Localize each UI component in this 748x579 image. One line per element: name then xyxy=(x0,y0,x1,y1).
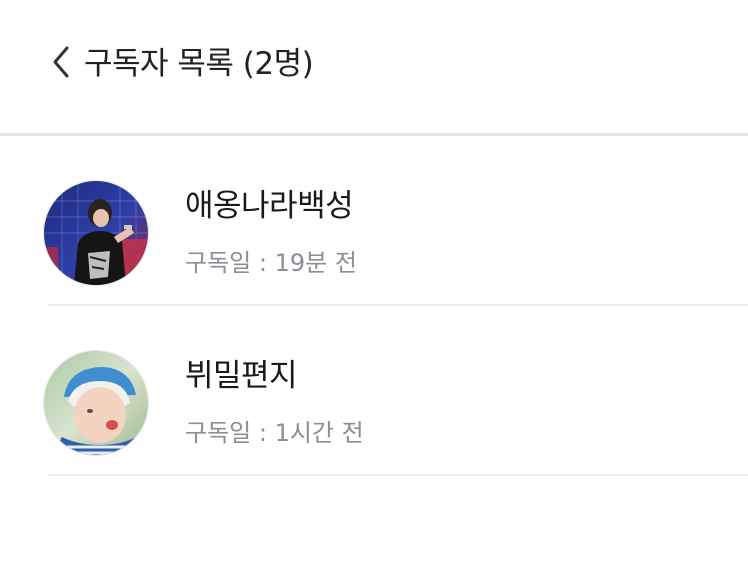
subscriber-nickname: 애옹나라백성 xyxy=(185,188,354,224)
subscriber-list: 애옹나라백성 구독일 : 19분 전 뷔밀편지 구독일: 1시간 전 xyxy=(0,136,748,476)
avatar[interactable] xyxy=(44,181,148,285)
subscriber-nickname: 뷔밀편지 xyxy=(185,358,298,394)
avatar-image xyxy=(44,181,148,285)
page-title: 구독자 목록 (2명) xyxy=(84,46,314,82)
chevron-left-icon xyxy=(53,46,69,78)
subscribed-time: 구독일 : 1시간 전 xyxy=(185,419,364,447)
top-app-bar: 구독자 목록 (2명) xyxy=(0,0,748,136)
list-item-subscriber[interactable]: 애옹나라백성 구독일 : 19분 전 xyxy=(0,136,748,306)
divider xyxy=(48,474,748,476)
avatar[interactable] xyxy=(44,351,148,455)
list-item-subscriber[interactable]: 뷔밀편지 구독일 : 1시간 전 xyxy=(0,306,748,476)
subscriber-list-screen: 구독자 목록 (2명) 애옹나라백성 구독일: 19분 전 뷔밀편지 구독일 … xyxy=(0,0,748,579)
subscribed-time: 구독일 : 19분 전 xyxy=(185,249,357,277)
avatar-image xyxy=(44,351,148,455)
back-button[interactable] xyxy=(44,42,78,82)
